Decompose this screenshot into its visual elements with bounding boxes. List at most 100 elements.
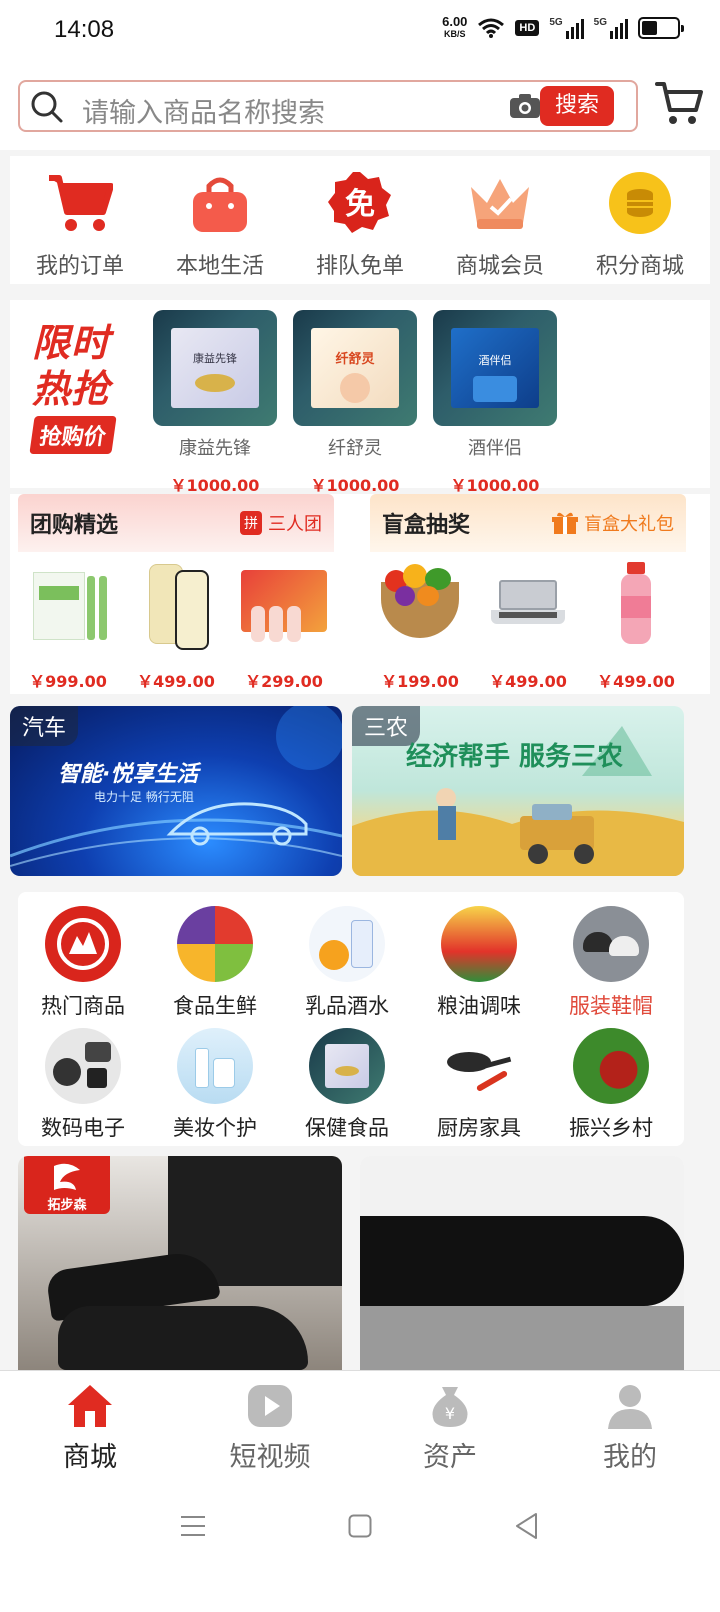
brand-logo: 拓步森 [24, 1156, 110, 1214]
blind-box-item[interactable]: ￥199.00 [370, 562, 470, 692]
village-icon [573, 1028, 649, 1104]
nav-me[interactable]: 我的 [540, 1371, 720, 1488]
product-price: ￥299.00 [245, 672, 323, 691]
digital-icon [45, 1028, 121, 1104]
search-input[interactable]: 请输入商品名称搜索 [82, 91, 325, 130]
blind-box-card[interactable]: 盲盒抽奖 盲盒大礼包 ￥199.00 ￥499.00 ￥499.00 [370, 494, 686, 694]
product-name: 酒伴侣 [468, 438, 522, 459]
nav-assets[interactable]: ¥ 资产 [360, 1371, 540, 1488]
quick-nav-orders[interactable]: 我的订单 [10, 156, 150, 284]
category-hot[interactable]: 热门商品 [18, 906, 148, 1020]
search-bar[interactable]: 请输入商品名称搜索 搜索 [18, 80, 638, 132]
health-food-icon [309, 1028, 385, 1104]
search-button[interactable]: 搜索 [540, 86, 614, 126]
category-dairy[interactable]: 乳品酒水 [282, 906, 412, 1020]
group-buy-item[interactable]: ￥499.00 [126, 562, 226, 692]
flash-sale-title-1: 限时 [32, 321, 111, 365]
phone-image [133, 562, 219, 650]
nav-mall[interactable]: 商城 [0, 1371, 180, 1488]
product-image [241, 562, 327, 648]
group-buy-subtitle: 拼 三人团 [240, 510, 322, 536]
beauty-icon [177, 1028, 253, 1104]
video-icon [248, 1385, 292, 1427]
banner-farm[interactable]: 三农 经济帮手 服务三农 [352, 706, 684, 876]
search-icon [31, 91, 63, 123]
flash-product[interactable]: 康益先锋 康益先锋 ￥1000.00 [153, 310, 277, 496]
group-buy-item[interactable]: ￥999.00 [18, 562, 118, 692]
banner-car[interactable]: 汽车 智能·悦享生活 电力十足 畅行无阻 [10, 706, 342, 876]
deals-section: 团购精选 拼 三人团 ￥999.00 ￥499.00 ￥299.00 盲盒抽奖 … [10, 494, 710, 694]
user-icon [608, 1385, 652, 1429]
drink-bottle-image [593, 562, 679, 648]
flash-product[interactable]: 纤舒灵 纤舒灵 ￥1000.00 [293, 310, 417, 496]
banner-slogan: 智能·悦享生活 [58, 762, 199, 787]
sock-shape [360, 1306, 684, 1370]
group-buy-title: 团购精选 [30, 513, 119, 538]
blind-box-item[interactable]: ￥499.00 [478, 562, 578, 692]
feed-card[interactable]: 拓步森 [18, 1156, 342, 1370]
fresh-food-icon [177, 906, 253, 982]
status-bar: 14:08 6.00 KB/S HD 5G 5G [0, 0, 720, 66]
category-beauty[interactable]: 美妆个护 [150, 1028, 280, 1142]
category-health-food[interactable]: 保健食品 [282, 1028, 412, 1142]
group-buy-header: 团购精选 拼 三人团 [18, 494, 334, 552]
nav-video[interactable]: 短视频 [180, 1371, 360, 1488]
product-price: ￥199.00 [381, 672, 459, 691]
blind-box-item[interactable]: ￥499.00 [586, 562, 686, 692]
product-image: 酒伴侣 [433, 310, 557, 426]
battery-icon [638, 17, 684, 39]
product-price: ￥499.00 [489, 672, 567, 691]
flash-sale-title-2: 热抢 [32, 367, 111, 411]
camera-icon[interactable] [508, 92, 542, 120]
quick-nav-member[interactable]: 商城会员 [430, 156, 570, 284]
menu-icon[interactable] [180, 1514, 206, 1538]
product-name: 康益先锋 [179, 438, 251, 459]
product-name: 纤舒灵 [328, 438, 382, 459]
pin-badge-icon: 拼 [240, 511, 262, 535]
category-village[interactable]: 振兴乡村 [546, 1028, 676, 1142]
product-image: 康益先锋 [153, 310, 277, 426]
flash-product[interactable]: 酒伴侣 酒伴侣 ￥1000.00 [433, 310, 557, 496]
flash-sale-promo[interactable]: 限时 热抢 抢购价 [29, 320, 150, 454]
home-icon [68, 1385, 112, 1427]
grain-oil-icon [441, 906, 517, 982]
banner-slogan: 经济帮手 服务三农 [406, 742, 624, 772]
free-badge-icon: 免 [325, 168, 395, 238]
blind-box-subtitle: 盲盒大礼包 [552, 510, 674, 536]
product-price: ￥499.00 [597, 672, 675, 691]
quick-nav: 我的订单 本地生活 免 排队免单 商城会员 积分商城 [10, 156, 710, 284]
quick-nav-points-mall[interactable]: 积分商城 [570, 156, 710, 284]
kitchen-icon [441, 1028, 517, 1104]
product-image: 纤舒灵 [293, 310, 417, 426]
hd-badge: HD [515, 20, 540, 36]
back-icon[interactable] [514, 1512, 540, 1540]
category-kitchen[interactable]: 厨房家具 [414, 1028, 544, 1142]
signal-icon: 5G [549, 17, 584, 39]
signal-icon-2: 5G [594, 17, 628, 39]
quick-nav-local-life[interactable]: 本地生活 [150, 156, 290, 284]
clothing-icon [573, 906, 649, 982]
category-grain-oil[interactable]: 粮油调味 [414, 906, 544, 1020]
category-clothing[interactable]: 服装鞋帽 [546, 906, 676, 1020]
laptop-image [485, 562, 571, 648]
coin-icon [605, 168, 675, 238]
category-fresh-food[interactable]: 食品生鲜 [150, 906, 280, 1020]
bag-icon [185, 168, 255, 238]
group-buy-item[interactable]: ￥299.00 [234, 562, 334, 692]
category-digital[interactable]: 数码电子 [18, 1028, 148, 1142]
group-buy-card[interactable]: 团购精选 拼 三人团 ￥999.00 ￥499.00 ￥299.00 [18, 494, 334, 694]
battery-level [642, 21, 658, 35]
status-icons: 6.00 KB/S HD 5G 5G [442, 15, 684, 40]
banner-subtitle: 电力十足 畅行无阻 [94, 790, 194, 804]
feed-card[interactable] [360, 1156, 684, 1370]
svg-text:免: 免 [345, 187, 375, 222]
flash-sale-section: 限时 热抢 抢购价 康益先锋 康益先锋 ￥1000.00 纤舒灵 纤舒灵 ￥10… [10, 300, 710, 495]
gift-icon [552, 512, 578, 534]
home-square-icon[interactable] [348, 1514, 372, 1538]
quick-nav-free-order[interactable]: 免 排队免单 [290, 156, 430, 284]
cart-icon[interactable] [654, 78, 704, 128]
blind-box-title: 盲盒抽奖 [382, 513, 471, 538]
blind-box-header: 盲盒抽奖 盲盒大礼包 [370, 494, 686, 552]
shoe-shape [58, 1306, 308, 1370]
hot-icon [45, 906, 121, 982]
